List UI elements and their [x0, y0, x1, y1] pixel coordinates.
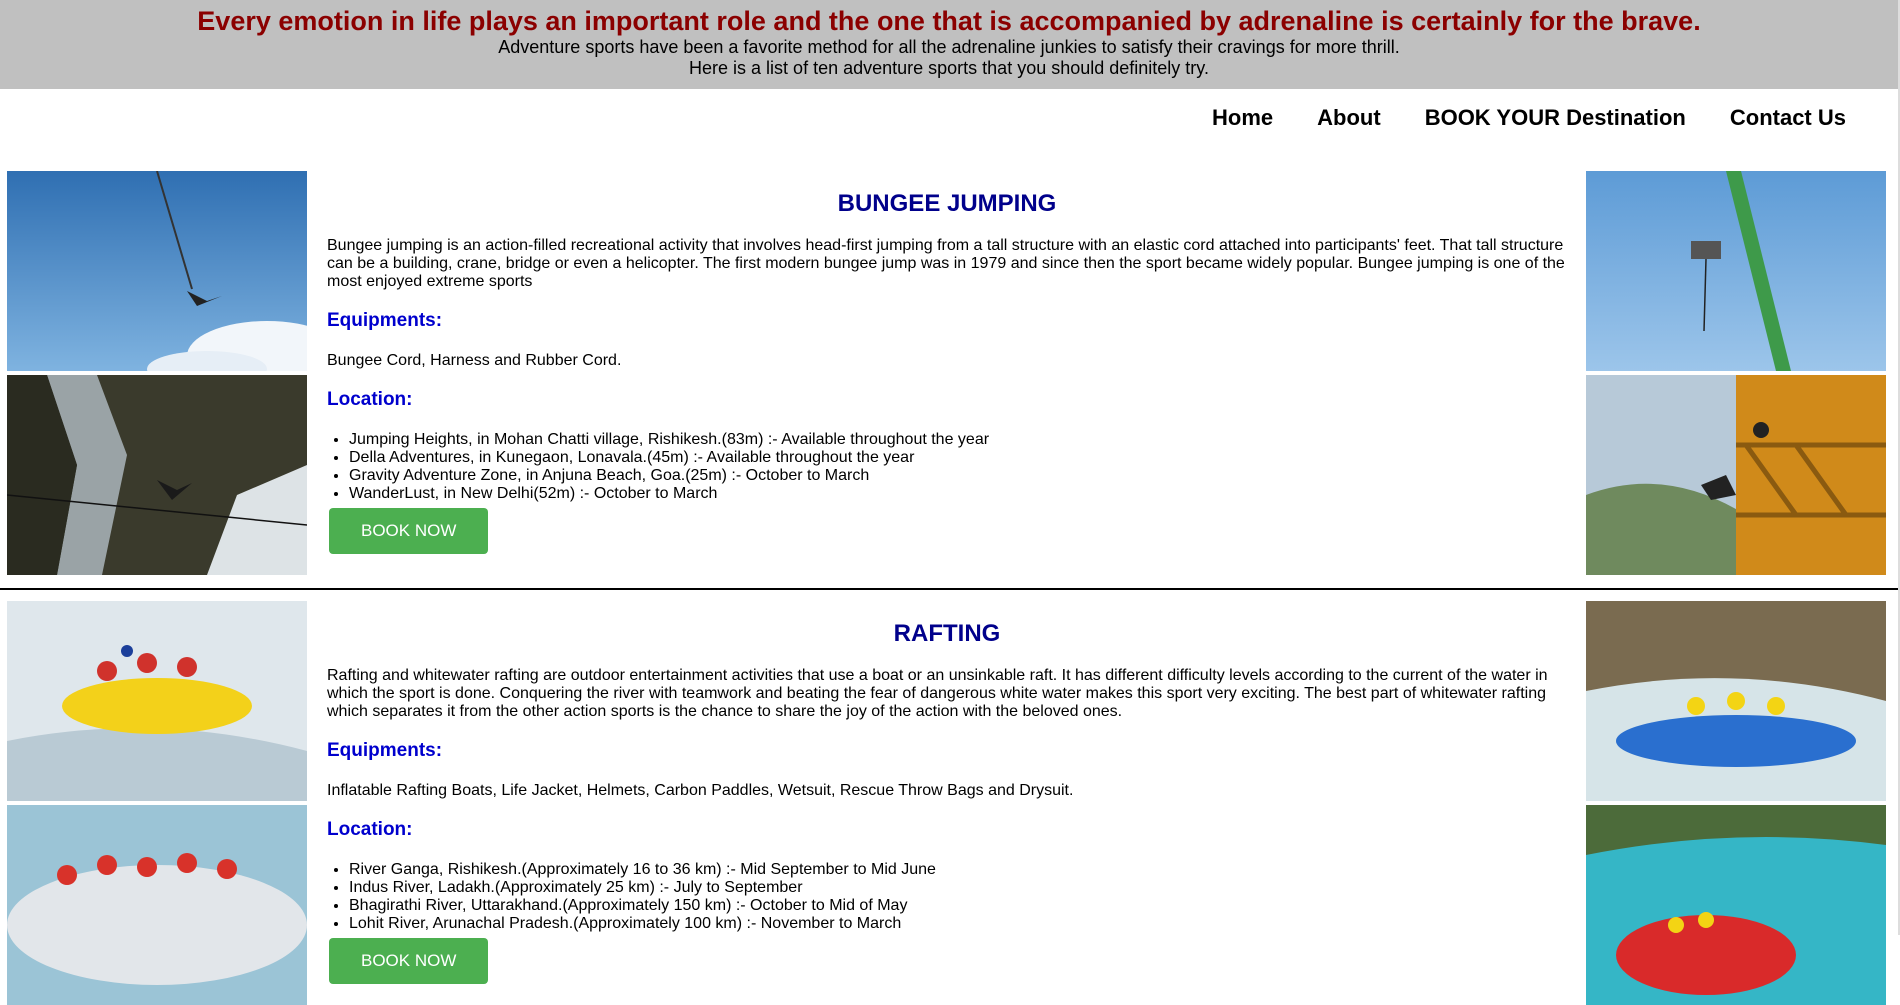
list-item: Jumping Heights, in Mohan Chatti village…	[349, 431, 1567, 449]
bungee-photo-platform	[1586, 375, 1886, 575]
equipments-heading: Equipments:	[327, 740, 443, 761]
bungee-photo-gorge	[7, 375, 307, 575]
location-list: Jumping Heights, in Mohan Chatti village…	[327, 431, 1567, 503]
header-subline: Here is a list of ten adventure sports t…	[689, 58, 1209, 78]
bungee-photo-crane	[1586, 171, 1886, 371]
book-now-button[interactable]: BOOK NOW	[329, 508, 489, 554]
list-item: Indus River, Ladakh.(Approximately 25 km…	[349, 879, 1567, 897]
location-heading: Location:	[327, 389, 413, 410]
location-list: River Ganga, Rishikesh.(Approximately 16…	[327, 861, 1567, 933]
headline: Every emotion in life plays an important…	[197, 6, 1701, 36]
bungee-photo-sky	[7, 171, 307, 371]
list-item: River Ganga, Rishikesh.(Approximately 16…	[349, 861, 1567, 879]
location-heading: Location:	[327, 819, 413, 840]
rafting-photo-crew	[7, 805, 307, 1005]
main-nav: Home About BOOK YOUR Destination Contact…	[1212, 105, 1846, 131]
equipments-text: Inflatable Rafting Boats, Life Jacket, H…	[327, 782, 1074, 799]
list-item: Lohit River, Arunachal Pradesh.(Approxim…	[349, 915, 1567, 933]
section-content: BUNGEE JUMPING Bungee jumping is an acti…	[327, 190, 1567, 554]
section-description: Bungee jumping is an action-filled recre…	[327, 237, 1565, 290]
book-now-button[interactable]: BOOK NOW	[329, 938, 489, 984]
nav-home-link[interactable]: Home	[1212, 105, 1273, 131]
header-subline: Adventure sports have been a favorite me…	[498, 37, 1400, 57]
list-item: Bhagirathi River, Uttarakhand.(Approxima…	[349, 897, 1567, 915]
equipments-heading: Equipments:	[327, 310, 443, 331]
list-item: Gravity Adventure Zone, in Anjuna Beach,…	[349, 467, 1567, 485]
rafting-photo-turquoise	[1586, 805, 1886, 1005]
equipments-text: Bungee Cord, Harness and Rubber Cord.	[327, 352, 622, 369]
nav-about-link[interactable]: About	[1317, 105, 1381, 131]
rafting-photo-blue-raft	[1586, 601, 1886, 801]
nav-book-destination-link[interactable]: BOOK YOUR Destination	[1425, 105, 1686, 131]
section-title: BUNGEE JUMPING	[837, 190, 1057, 217]
section-title: RAFTING	[893, 620, 1001, 647]
section-description: Rafting and whitewater rafting are outdo…	[327, 667, 1548, 720]
list-item: Della Adventures, in Kunegaon, Lonavala.…	[349, 449, 1567, 467]
rafting-photo-yellow-raft	[7, 601, 307, 801]
section-rafting: RAFTING Rafting and whitewater rafting a…	[0, 601, 1898, 1005]
list-item: WanderLust, in New Delhi(52m) :- October…	[349, 485, 1567, 503]
nav-contact-link[interactable]: Contact Us	[1730, 105, 1846, 131]
page-header: Every emotion in life plays an important…	[0, 0, 1898, 89]
section-bungee-jumping: BUNGEE JUMPING Bungee jumping is an acti…	[0, 171, 1898, 577]
section-content: RAFTING Rafting and whitewater rafting a…	[327, 620, 1567, 984]
section-divider	[0, 588, 1898, 590]
